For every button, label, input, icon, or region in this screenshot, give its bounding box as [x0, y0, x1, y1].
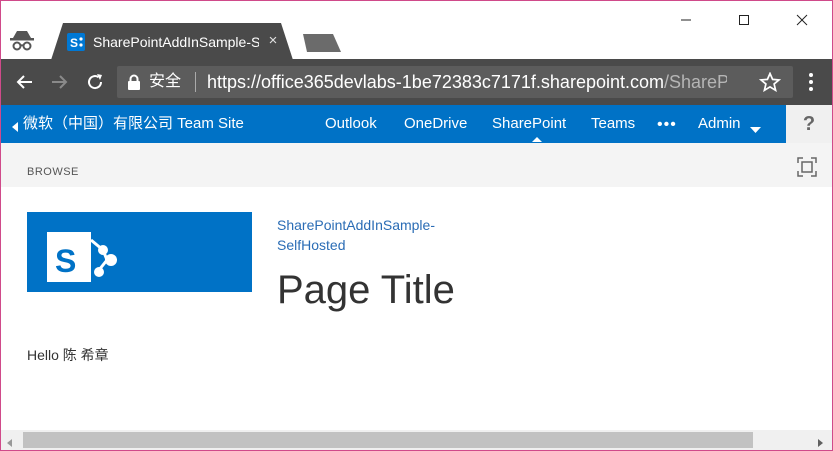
incognito-icon [9, 29, 35, 53]
page-title: Page Title [277, 268, 455, 312]
tab-strip: S SharePointAddInSample-SelfHosted × [1, 1, 832, 60]
forward-arrow-icon[interactable] [47, 70, 71, 94]
sharepoint-logo-icon: S [47, 232, 117, 282]
url-origin: https://office365devlabs-1be72383c7171f.… [207, 72, 664, 92]
site-name-link[interactable]: 微软（中国）有限公司 Team Site [23, 115, 244, 133]
new-tab-button[interactable] [303, 34, 341, 52]
suite-link-sharepoint[interactable]: SharePoint [492, 115, 566, 133]
suite-link-teams[interactable]: Teams [591, 115, 635, 133]
browser-tab[interactable]: S SharePointAddInSample-SelfHosted × [51, 23, 293, 60]
minimize-button[interactable] [663, 7, 709, 33]
help-label: ? [802, 112, 816, 135]
horizontal-scrollbar[interactable] [1, 430, 832, 450]
svg-text:S: S [70, 36, 78, 50]
sharepoint-icon: S [67, 33, 85, 51]
star-icon[interactable] [758, 71, 782, 93]
close-window-button[interactable] [779, 7, 825, 33]
back-arrow-icon[interactable] [13, 70, 37, 94]
suite-bar: 微软（中国）有限公司 Team Site Outlook OneDrive Sh… [1, 105, 832, 143]
lock-icon [127, 74, 141, 90]
caret-left-icon[interactable] [11, 119, 19, 132]
browser-toolbar: 安全 https://office365devlabs-1be72383c717… [1, 59, 832, 105]
suite-link-admin[interactable]: Admin [698, 115, 741, 133]
suite-link-onedrive[interactable]: OneDrive [404, 115, 467, 133]
tab-close-icon[interactable]: × [265, 31, 281, 51]
reload-icon[interactable] [83, 70, 107, 94]
more-vertical-icon[interactable] [799, 70, 823, 94]
suite-link-outlook[interactable]: Outlook [325, 115, 377, 133]
maximize-button[interactable] [721, 7, 767, 33]
scroll-right-icon[interactable] [815, 435, 825, 447]
site-title-link[interactable]: SharePointAddInSample-SelfHosted [277, 215, 497, 255]
security-label: 安全 [149, 73, 182, 90]
chevron-down-icon[interactable] [750, 121, 761, 139]
help-button[interactable]: ? [786, 105, 832, 143]
svg-text:S: S [55, 243, 76, 279]
url-text[interactable]: https://office365devlabs-1be72383c7171f.… [207, 71, 727, 93]
browser-window: S SharePointAddInSample-SelfHosted × [0, 0, 833, 451]
tab-title: SharePointAddInSample-SelfHosted [93, 34, 259, 50]
url-path: /SharePointAddInSample-SelfHosted [664, 72, 727, 92]
greeting-text: Hello 陈 希章 [27, 347, 109, 363]
address-separator [195, 72, 196, 92]
focus-on-content-icon[interactable] [797, 157, 817, 177]
scrollbar-thumb[interactable] [23, 432, 753, 448]
site-logo[interactable]: S [27, 212, 252, 292]
active-link-indicator [532, 137, 542, 142]
ribbon: BROWSE [1, 143, 832, 187]
scroll-left-icon[interactable] [5, 435, 15, 447]
ribbon-tab-browse[interactable]: BROWSE [27, 165, 79, 179]
more-apps-button[interactable]: ••• [657, 117, 677, 133]
address-bar[interactable]: 安全 https://office365devlabs-1be72383c717… [117, 66, 793, 98]
